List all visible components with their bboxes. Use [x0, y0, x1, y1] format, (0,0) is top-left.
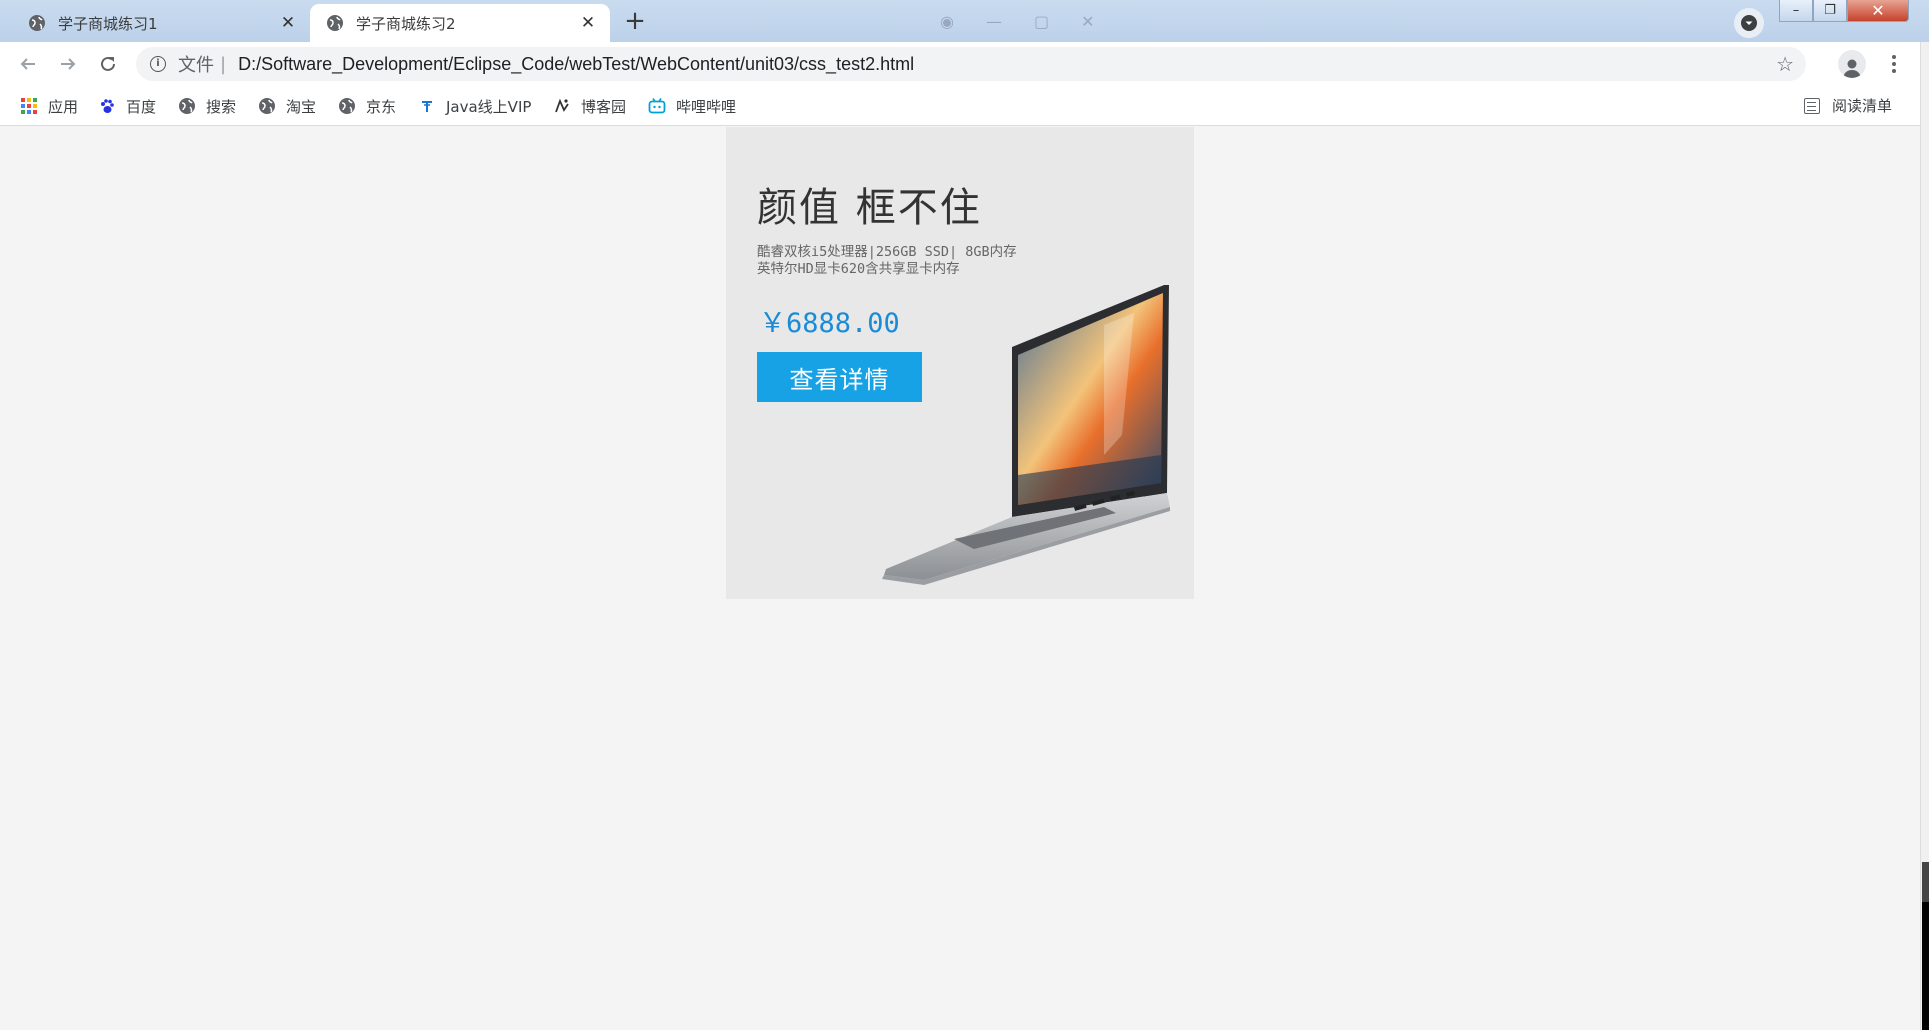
bookmark-label: 淘宝 — [286, 97, 317, 116]
browser-titlebar: 学子商城练习1 ✕ 学子商城练习2 ✕ + ◉ — ▢ ✕ – ❐ ✕ — [0, 0, 1929, 42]
bookmark-taobao[interactable]: 淘宝 — [258, 95, 316, 117]
info-icon[interactable]: i — [150, 56, 166, 72]
bookmark-baidu[interactable]: 百度 — [98, 95, 156, 117]
bookmark-label: Java线上VIP — [446, 97, 532, 116]
menu-kebab-icon[interactable] — [1884, 51, 1904, 77]
minimize-button[interactable]: – — [1779, 0, 1813, 22]
scrollbar[interactable] — [1920, 42, 1929, 1030]
browser-toolbar: i 文件 | D:/Software_Development/Eclipse_C… — [0, 42, 1920, 86]
bookmark-label: 搜索 — [206, 97, 237, 116]
scrollbar-track-dark — [1922, 902, 1929, 1030]
reload-icon — [101, 56, 115, 71]
bookmark-cnblogs[interactable]: 博客园 — [553, 95, 626, 117]
apps-grid-icon — [20, 97, 38, 115]
bookmark-bilibili[interactable]: 哔哩哔哩 — [648, 95, 736, 117]
maximize-button[interactable]: ❐ — [1813, 0, 1847, 22]
globe-icon — [339, 98, 355, 114]
close-icon[interactable]: ✕ — [574, 13, 602, 33]
java-icon — [418, 97, 436, 115]
scheme-label: 文件 — [178, 55, 214, 76]
product-spec-line: 英特尔HD显卡620含共享显卡内存 — [757, 261, 960, 277]
bookmark-search[interactable]: 搜索 — [178, 95, 236, 117]
back-button[interactable] — [14, 50, 42, 78]
chevron-down-icon — [1741, 15, 1757, 31]
ghost-icon: ▢ — [1033, 12, 1050, 31]
globe-icon — [327, 15, 343, 31]
ghost-icon: ✕ — [1081, 12, 1095, 31]
globe-icon — [179, 98, 195, 114]
window-controls: – ❐ ✕ — [1779, 0, 1909, 22]
person-icon — [1843, 59, 1861, 78]
bilibili-icon — [648, 97, 666, 115]
reload-button[interactable] — [94, 50, 122, 78]
reading-list-icon — [1803, 97, 1820, 114]
new-tab-button[interactable]: + — [618, 6, 652, 36]
url-text[interactable]: D:/Software_Development/Eclipse_Code/web… — [238, 54, 914, 75]
ghost-icon: — — [985, 12, 1002, 31]
bookmark-label: 应用 — [48, 97, 79, 116]
globe-icon — [259, 98, 275, 114]
background-window-ghost: ◉ — ▢ ✕ — [940, 12, 1095, 31]
window-close-button[interactable]: ✕ — [1847, 0, 1909, 22]
baidu-paw-icon — [98, 97, 116, 115]
bookmarks-bar: 应用 百度 搜索 淘宝 京东 Java线上VIP 博客园 哔哩哔哩 阅读清单 — [0, 86, 1920, 126]
bookmark-apps[interactable]: 应用 — [20, 95, 78, 117]
bookmark-label: 百度 — [126, 97, 157, 116]
arrow-left-icon — [20, 58, 35, 70]
tab-title: 学子商城练习1 — [58, 14, 158, 33]
profile-avatar[interactable] — [1838, 50, 1866, 78]
ghost-icon: ◉ — [940, 12, 954, 31]
scrollbar-thumb[interactable] — [1922, 862, 1929, 902]
arrow-right-icon — [61, 58, 76, 70]
bookmark-star-icon[interactable]: ☆ — [1776, 52, 1794, 76]
product-card: 颜值 框不住 酷睿双核i5处理器|256GB SSD| 8GB内存 英特尔HD显… — [726, 127, 1194, 599]
tab-xuezi-2[interactable]: 学子商城练习2 ✕ — [310, 4, 610, 42]
tab-search-button[interactable] — [1734, 8, 1764, 38]
globe-icon — [29, 15, 45, 31]
bookmark-jd[interactable]: 京东 — [338, 95, 396, 117]
scheme-separator: | — [220, 53, 227, 75]
address-bar[interactable]: i 文件 | D:/Software_Development/Eclipse_C… — [136, 47, 1806, 81]
bookmark-label: 哔哩哔哩 — [676, 97, 737, 116]
tab-xuezi-1[interactable]: 学子商城练习1 ✕ — [12, 4, 310, 42]
bookmark-label: 京东 — [366, 97, 397, 116]
forward-button[interactable] — [54, 50, 82, 78]
bookmark-java-vip[interactable]: Java线上VIP — [418, 95, 531, 117]
bookmark-label: 博客园 — [581, 97, 627, 116]
cnblogs-icon — [553, 97, 571, 115]
reading-list-label: 阅读清单 — [1831, 97, 1892, 115]
product-headline: 颜值 框不住 — [757, 185, 982, 231]
laptop-image — [882, 285, 1170, 585]
close-icon[interactable]: ✕ — [274, 13, 302, 33]
reading-list-button[interactable]: 阅读清单 — [1803, 95, 1892, 116]
tab-title: 学子商城练习2 — [356, 14, 456, 33]
